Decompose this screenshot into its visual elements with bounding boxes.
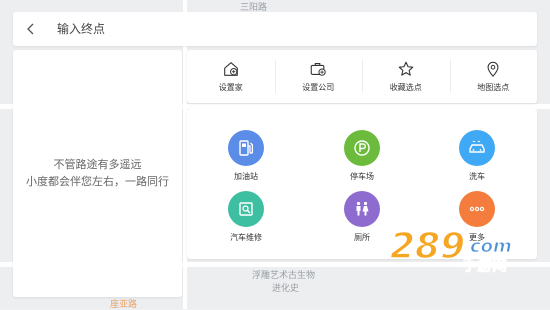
map-poi-label: 进化史 bbox=[272, 283, 300, 293]
poi-label: 汽车维修 bbox=[230, 233, 262, 242]
site-watermark-logo: 289 com 手游网 bbox=[389, 225, 512, 274]
search-bar bbox=[13, 12, 537, 46]
poi-icon-circle bbox=[228, 130, 264, 166]
slogan-line-1: 不管路途有多遥远 bbox=[53, 158, 142, 171]
set-home-button[interactable]: 设置家 bbox=[187, 50, 275, 103]
restroom-icon bbox=[356, 201, 369, 216]
poi-parking[interactable]: 停车场 bbox=[322, 130, 402, 182]
poi-label: 洗车 bbox=[469, 172, 485, 181]
poi-label: 停车场 bbox=[350, 172, 374, 181]
briefcase-add-icon bbox=[310, 63, 326, 76]
map-street-label: 座亚路 bbox=[110, 299, 138, 309]
set-home-label: 设置家 bbox=[218, 83, 243, 92]
poi-gas-station[interactable]: 加油站 bbox=[206, 130, 286, 182]
poi-car-wash[interactable]: 洗车 bbox=[437, 130, 517, 182]
poi-icon-circle bbox=[459, 130, 495, 166]
parking-icon bbox=[354, 140, 370, 156]
poi-icon-circle bbox=[344, 130, 380, 166]
set-company-button[interactable]: 设置公司 bbox=[274, 50, 363, 103]
poi-icon-circle bbox=[344, 191, 380, 227]
favorite-point-button[interactable]: 收藏选点 bbox=[362, 50, 450, 103]
more-icon bbox=[469, 206, 485, 212]
map-pick-label: 地图选点 bbox=[477, 83, 510, 92]
poi-icon-circle bbox=[228, 191, 264, 227]
slogan-line-2: 小度都会伴您左右，一路同行 bbox=[26, 175, 169, 188]
poi-car-repair[interactable]: 汽车维修 bbox=[206, 191, 286, 243]
back-button[interactable] bbox=[13, 12, 49, 46]
poi-label: 厕所 bbox=[354, 233, 370, 242]
set-company-label: 设置公司 bbox=[302, 83, 335, 92]
map-pick-button[interactable]: 地图选点 bbox=[449, 50, 538, 103]
quick-actions-panel: 设置家 设置公司 收藏选点 地图选点 bbox=[187, 50, 537, 103]
watermark-suffix: com bbox=[470, 236, 512, 257]
slogan-panel: 不管路途有多遥远 小度都会伴您左右，一路同行 bbox=[13, 50, 182, 297]
map-poi-label: 浮雕艺术古生物 bbox=[252, 270, 316, 280]
gas-station-icon bbox=[239, 140, 254, 156]
car-repair-icon bbox=[239, 202, 253, 216]
watermark-number: 289 bbox=[390, 226, 465, 267]
star-icon bbox=[398, 61, 414, 76]
chevron-left-icon bbox=[27, 23, 34, 35]
home-add-icon bbox=[223, 62, 238, 76]
destination-input[interactable] bbox=[49, 22, 537, 36]
watermark-sub: 手游网 bbox=[462, 256, 507, 274]
poi-label: 加油站 bbox=[234, 172, 258, 181]
map-pin-icon bbox=[487, 61, 499, 78]
car-wash-icon bbox=[469, 140, 485, 153]
favorite-point-label: 收藏选点 bbox=[389, 83, 422, 92]
